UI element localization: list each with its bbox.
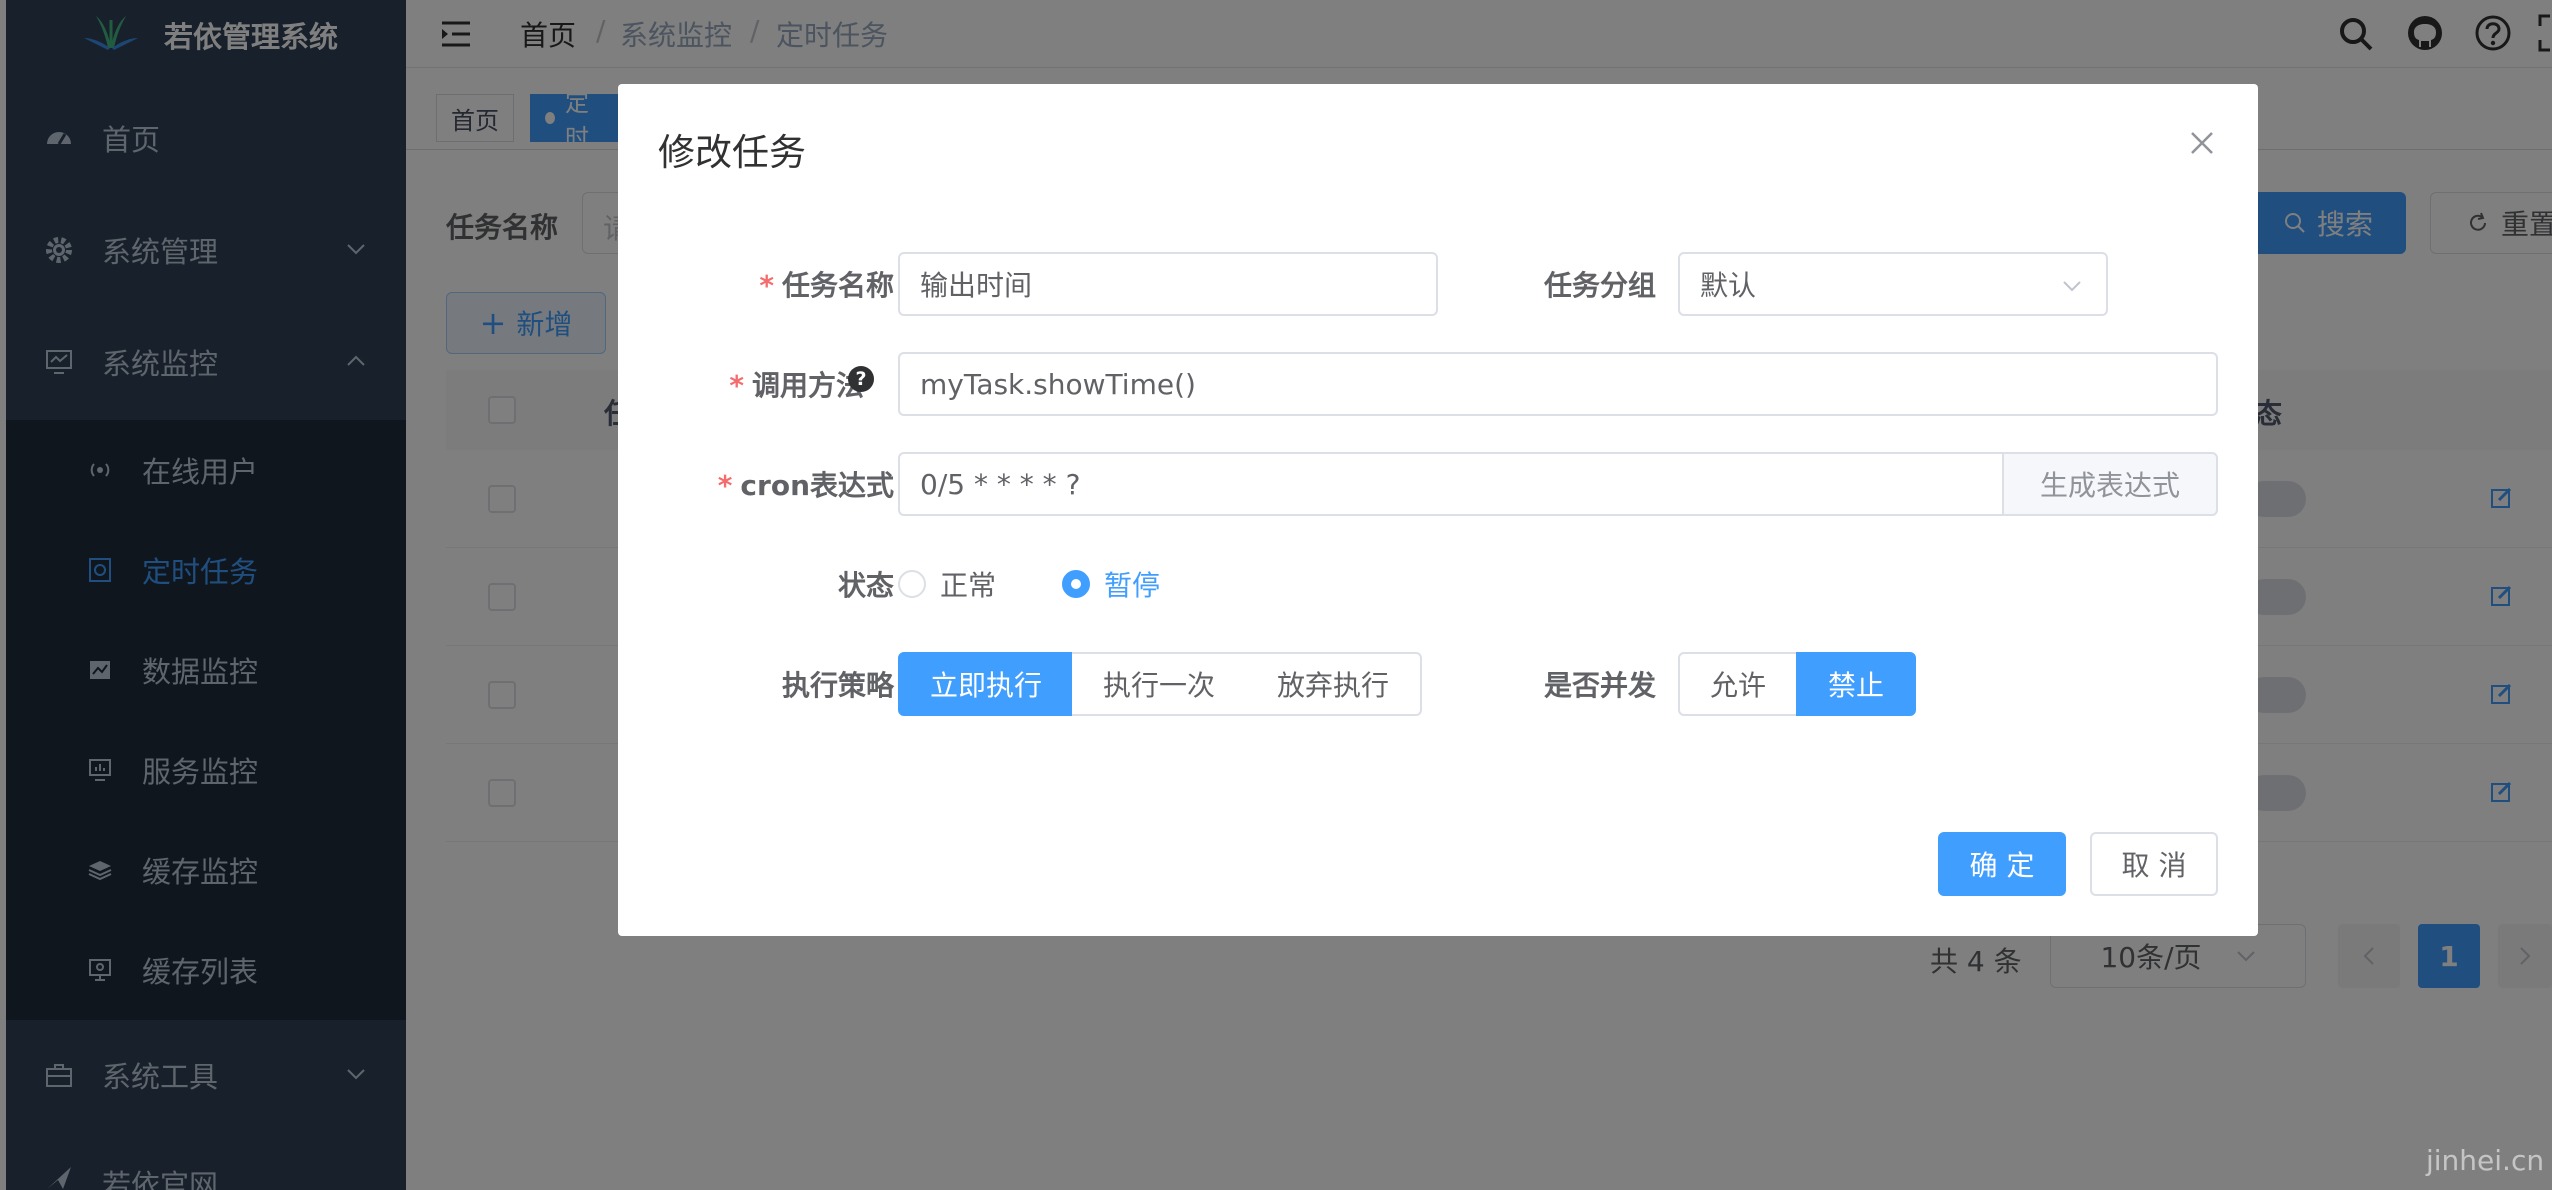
- status-paused-label: 暂停: [1104, 569, 1161, 602]
- policy-abandon-button[interactable]: 放弃执行: [1246, 652, 1422, 716]
- dialog-title: 修改任务: [658, 131, 806, 174]
- cron-label: * cron表达式: [717, 469, 894, 502]
- status-label: 状态: [837, 569, 894, 602]
- invoke-target-label: * 调用方法: [729, 369, 864, 402]
- status-radio-normal[interactable]: 正常: [898, 564, 996, 604]
- cron-value: 0/5 * * * * ?: [920, 467, 1081, 501]
- chevron-down-icon: [2063, 281, 2081, 292]
- job-group-value: 默认: [1700, 269, 1757, 302]
- radio-checked-icon: [1062, 570, 1090, 598]
- question-icon[interactable]: ?: [848, 366, 874, 392]
- confirm-button[interactable]: 确 定: [1938, 832, 2066, 896]
- concurrent-label: 是否并发: [1543, 669, 1656, 702]
- job-group-label: 任务分组: [1543, 269, 1656, 302]
- job-group-select[interactable]: 默认: [1678, 252, 2108, 316]
- radio-icon: [898, 570, 926, 598]
- status-normal-label: 正常: [940, 569, 997, 602]
- concurrent-allow-button[interactable]: 允许: [1678, 652, 1798, 716]
- cancel-button[interactable]: 取 消: [2090, 832, 2218, 896]
- edit-job-dialog: 修改任务 * 任务名称 输出时间 任务分组 默认 * 调用方法 ? myTask.s…: [618, 84, 2258, 936]
- job-name-input[interactable]: 输出时间: [898, 252, 1438, 316]
- watermark: jinhei.cn: [2426, 1144, 2545, 1177]
- policy-once-button[interactable]: 执行一次: [1072, 652, 1248, 716]
- policy-immediate-button[interactable]: 立即执行: [898, 652, 1074, 716]
- close-icon[interactable]: [2189, 130, 2215, 156]
- cron-input[interactable]: 0/5 * * * * ?: [898, 452, 2004, 516]
- job-name-value: 输出时间: [920, 269, 1033, 302]
- generate-cron-button[interactable]: 生成表达式: [2002, 452, 2218, 516]
- status-radio-paused[interactable]: 暂停: [1062, 564, 1160, 604]
- invoke-target-value: myTask.showTime(): [920, 367, 1196, 401]
- invoke-target-input[interactable]: myTask.showTime(): [898, 352, 2218, 416]
- misfire-policy-label: 执行策略: [781, 669, 894, 702]
- job-name-label: * 任务名称: [759, 269, 894, 302]
- concurrent-forbid-button[interactable]: 禁止: [1796, 652, 1916, 716]
